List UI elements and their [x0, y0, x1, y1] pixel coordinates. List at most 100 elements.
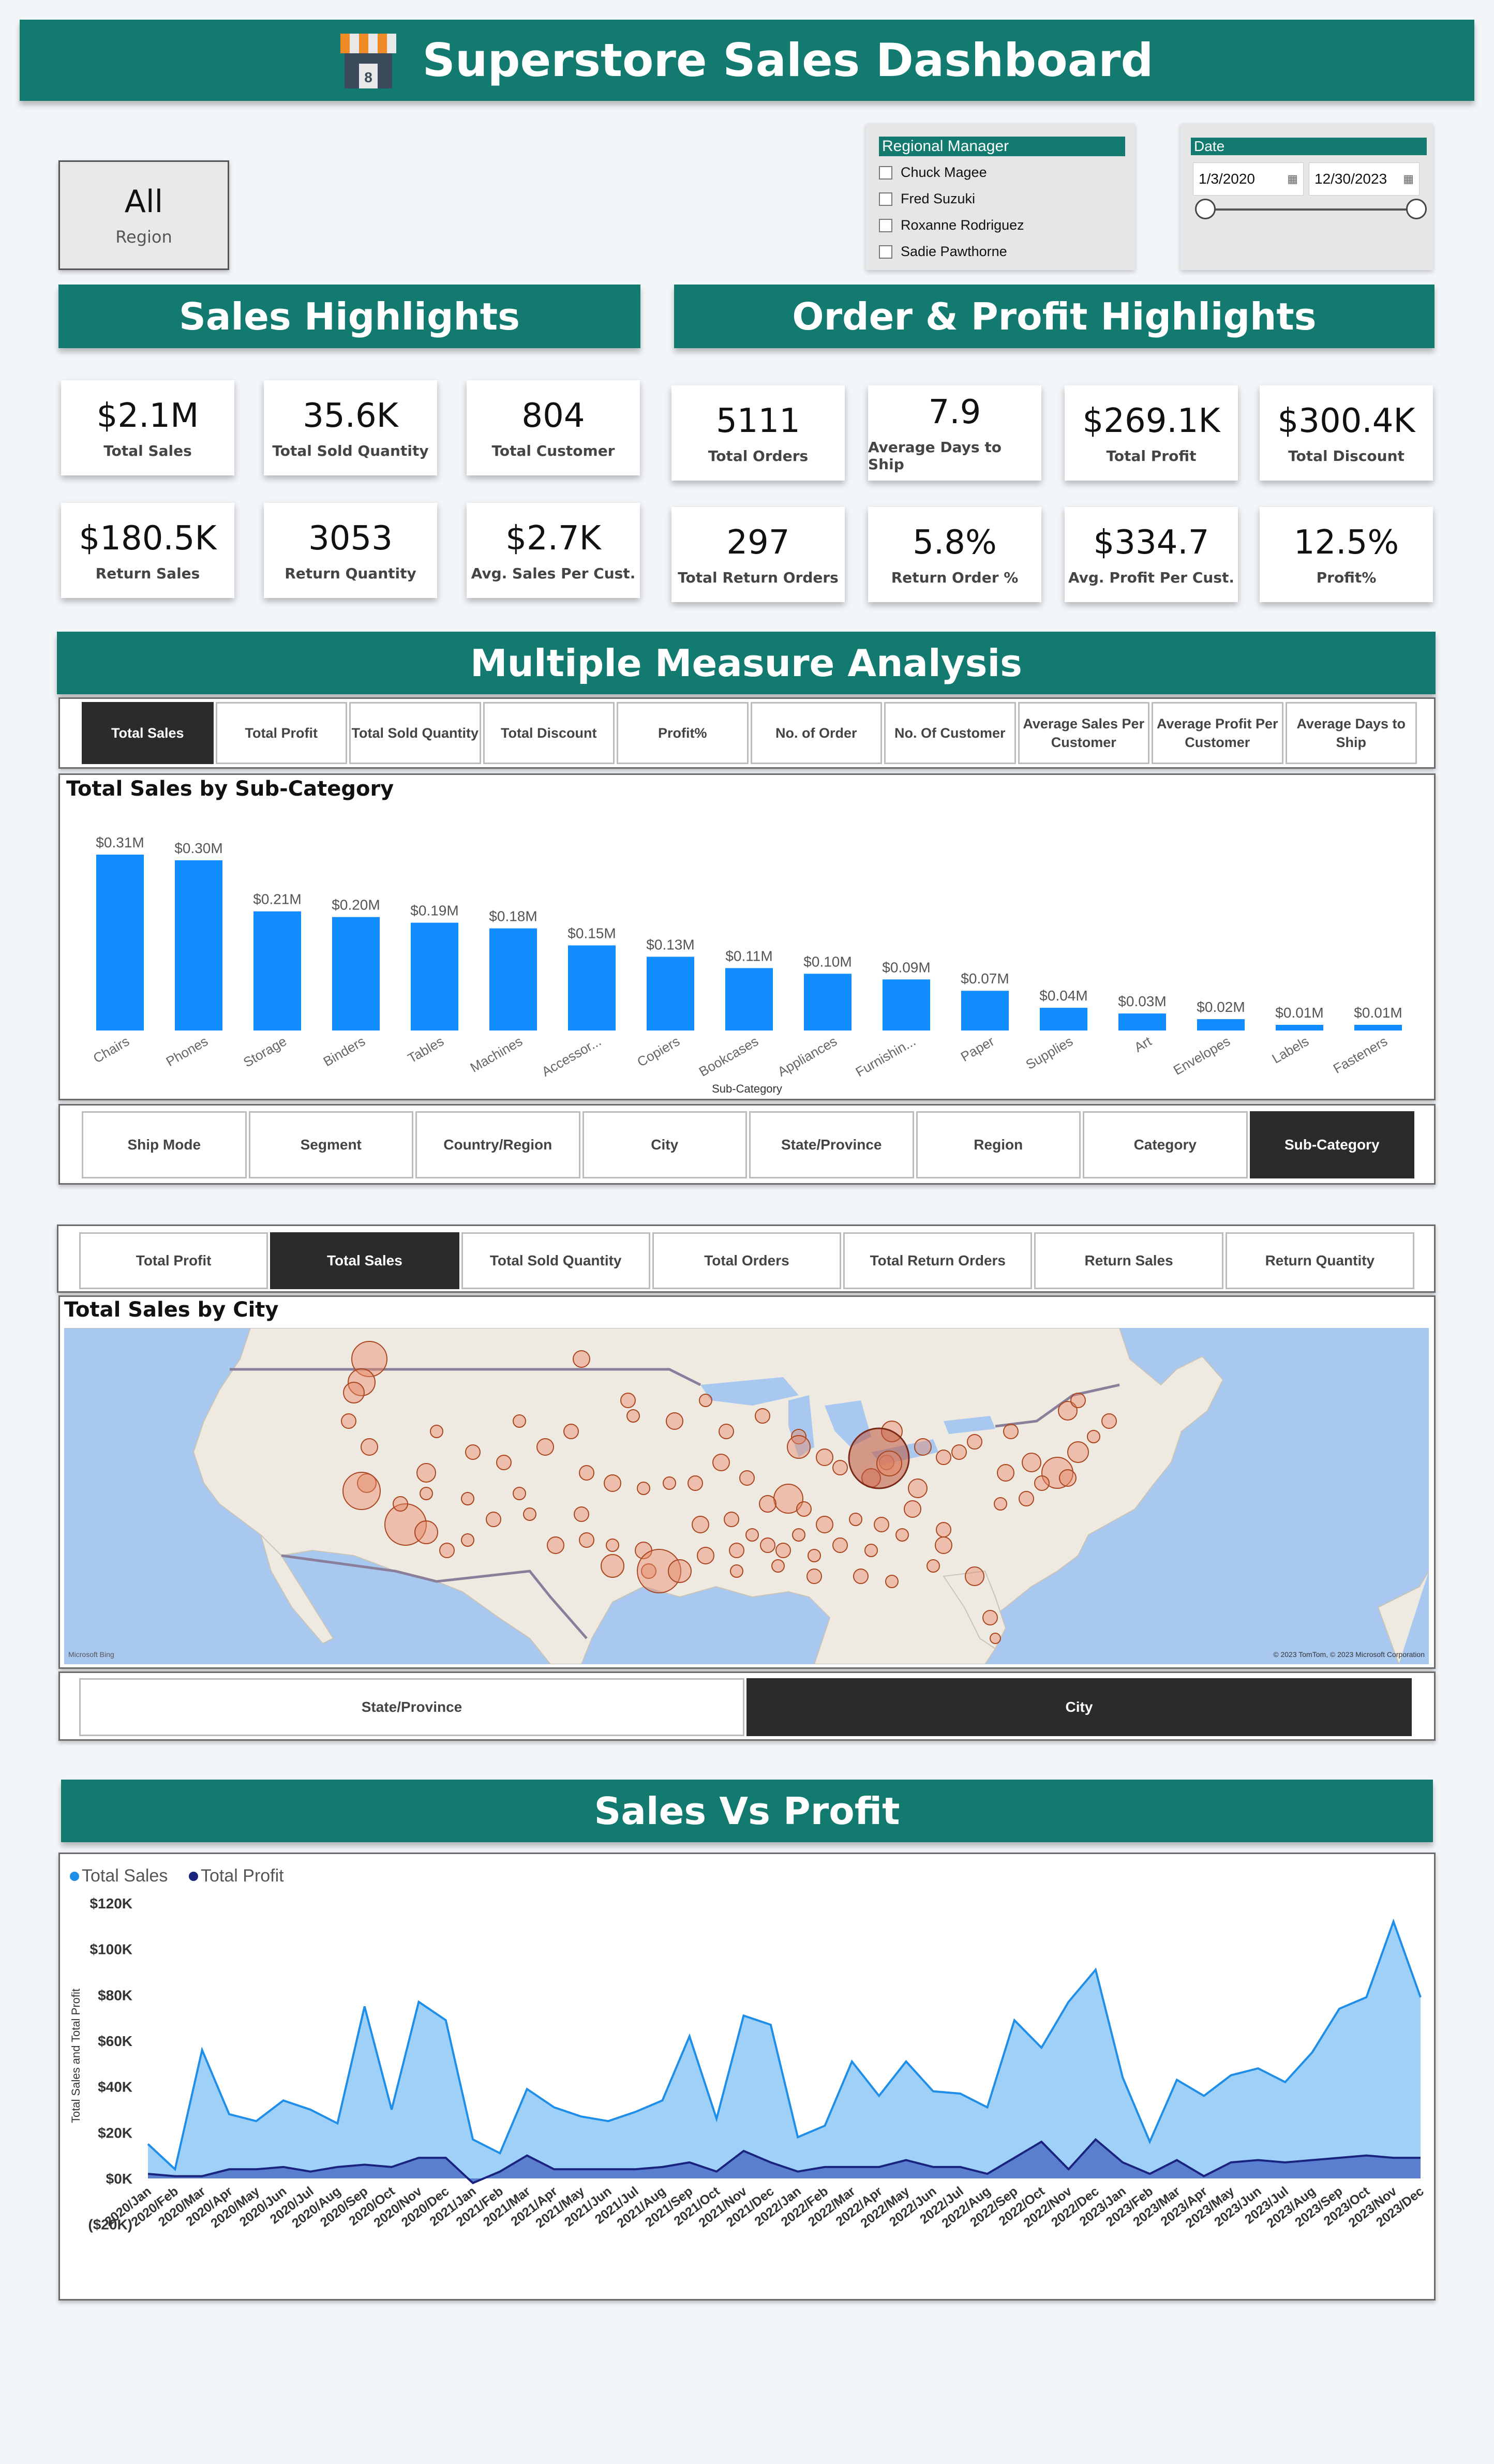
dimension-button-state-province[interactable]: State/Province: [749, 1111, 914, 1178]
city-bubble[interactable]: [688, 1475, 703, 1491]
city-bubble[interactable]: [573, 1350, 590, 1368]
bar-labels[interactable]: [1276, 1025, 1323, 1031]
city-bubble[interactable]: [739, 1470, 755, 1486]
city-bubble[interactable]: [393, 1496, 408, 1512]
city-bubble[interactable]: [729, 1543, 744, 1558]
measure-button-average-sales-per-customer[interactable]: Average Sales Per Customer: [1018, 702, 1149, 764]
city-bubble[interactable]: [496, 1455, 512, 1470]
date-start-handle[interactable]: [1195, 199, 1216, 219]
city-bubble[interactable]: [806, 1569, 822, 1584]
city-bubble[interactable]: [439, 1543, 455, 1558]
city-bubble[interactable]: [816, 1448, 833, 1466]
city-bubble[interactable]: [666, 1412, 683, 1430]
city-bubble[interactable]: [461, 1492, 474, 1505]
bar-supplies[interactable]: [1040, 1008, 1087, 1031]
bar-accessor[interactable]: [568, 945, 616, 1031]
bar-envelopes[interactable]: [1197, 1019, 1245, 1031]
city-bubble[interactable]: [864, 1544, 878, 1557]
city-bubble[interactable]: [420, 1487, 433, 1500]
city-bubble[interactable]: [951, 1444, 967, 1460]
measure-button-profit[interactable]: Profit%: [617, 702, 749, 764]
city-bubble[interactable]: [697, 1547, 714, 1564]
city-bubble[interactable]: [1059, 1469, 1077, 1487]
measure-button-no-of-order[interactable]: No. of Order: [750, 702, 882, 764]
dimension-button-segment[interactable]: Segment: [248, 1111, 413, 1178]
city-bubble[interactable]: [465, 1444, 481, 1460]
dimension-button-city[interactable]: City: [582, 1111, 747, 1178]
city-bubble[interactable]: [579, 1465, 594, 1481]
bar-machines[interactable]: [489, 928, 537, 1031]
city-bubble[interactable]: [771, 1559, 785, 1573]
dimension-button-ship-mode[interactable]: Ship Mode: [82, 1111, 247, 1178]
map-measure-button-total-profit[interactable]: Total Profit: [79, 1232, 268, 1289]
city-bubble[interactable]: [1034, 1475, 1050, 1491]
city-bubble[interactable]: [874, 1517, 889, 1532]
city-bubble[interactable]: [760, 1537, 775, 1553]
city-bubble[interactable]: [808, 1549, 821, 1562]
city-bubble[interactable]: [849, 1513, 862, 1526]
date-end-handle[interactable]: [1406, 199, 1427, 219]
city-bubble[interactable]: [416, 1463, 436, 1483]
map-measure-button-return-sales[interactable]: Return Sales: [1034, 1232, 1223, 1289]
map-toggle-button-state-province[interactable]: State/Province: [79, 1678, 744, 1736]
city-bubble[interactable]: [1070, 1393, 1086, 1408]
city-bubble[interactable]: [904, 1500, 921, 1518]
measure-button-total-sold-quantity[interactable]: Total Sold Quantity: [349, 702, 481, 764]
bar-storage[interactable]: [253, 911, 301, 1031]
map-measure-button-total-sales[interactable]: Total Sales: [270, 1232, 459, 1289]
city-bubble[interactable]: [832, 1460, 848, 1475]
city-bubble[interactable]: [908, 1479, 928, 1498]
city-bubble[interactable]: [414, 1520, 438, 1544]
measure-button-total-discount[interactable]: Total Discount: [483, 702, 615, 764]
city-bubble[interactable]: [755, 1408, 770, 1424]
city-bubble[interactable]: [1019, 1491, 1034, 1506]
city-bubble[interactable]: [523, 1507, 536, 1521]
city-bubble[interactable]: [579, 1532, 594, 1548]
city-bubble[interactable]: [692, 1516, 709, 1533]
city-bubble[interactable]: [547, 1536, 564, 1554]
city-bubble[interactable]: [574, 1506, 589, 1522]
city-bubble[interactable]: [853, 1569, 869, 1584]
measure-button-no-of-customer[interactable]: No. Of Customer: [884, 702, 1016, 764]
dimension-button-category[interactable]: Category: [1083, 1111, 1248, 1178]
manager-option-roxanne-rodriguez[interactable]: Roxanne Rodriguez: [879, 212, 1024, 238]
city-bubble[interactable]: [513, 1414, 526, 1428]
city-bubble[interactable]: [775, 1543, 791, 1558]
city-bubble[interactable]: [936, 1522, 951, 1537]
checkbox-icon[interactable]: [879, 192, 892, 206]
bar-chairs[interactable]: [96, 855, 144, 1031]
city-bubble[interactable]: [997, 1464, 1014, 1482]
city-bubble[interactable]: [895, 1528, 909, 1542]
manager-option-chuck-magee[interactable]: Chuck Magee: [879, 159, 1024, 186]
bar-paper[interactable]: [961, 991, 1009, 1031]
city-bubble[interactable]: [745, 1528, 759, 1542]
date-end-input[interactable]: 12/30/2023 ▦: [1309, 162, 1420, 196]
city-bubble[interactable]: [606, 1539, 619, 1552]
city-bubble[interactable]: [536, 1438, 554, 1456]
city-bubble[interactable]: [563, 1424, 579, 1439]
city-bubble[interactable]: [982, 1610, 998, 1625]
city-bubble[interactable]: [626, 1409, 640, 1423]
city-bubble[interactable]: [712, 1454, 730, 1471]
city-bubble[interactable]: [699, 1394, 712, 1407]
city-bubble[interactable]: [832, 1537, 848, 1553]
map-measure-button-total-orders[interactable]: Total Orders: [652, 1232, 842, 1289]
city-bubble[interactable]: [967, 1434, 982, 1450]
bar-fasteners[interactable]: [1354, 1025, 1402, 1031]
measure-button-average-days-to-ship[interactable]: Average Days to Ship: [1285, 702, 1417, 764]
city-bubble[interactable]: [1067, 1441, 1089, 1463]
measure-button-total-profit[interactable]: Total Profit: [215, 702, 347, 764]
city-bubble[interactable]: [637, 1482, 650, 1495]
city-bubble[interactable]: [513, 1487, 526, 1500]
city-bubble[interactable]: [361, 1438, 378, 1456]
city-bubble[interactable]: [461, 1533, 474, 1547]
city-bubble[interactable]: [965, 1566, 984, 1586]
checkbox-icon[interactable]: [879, 166, 892, 180]
city-bubble[interactable]: [730, 1564, 743, 1578]
city-bubble[interactable]: [935, 1536, 952, 1554]
city-bubble[interactable]: [601, 1554, 624, 1578]
manager-option-sadie-pawthorne[interactable]: Sadie Pawthorne: [879, 238, 1024, 265]
bar-art[interactable]: [1118, 1013, 1166, 1031]
city-bubble[interactable]: [787, 1435, 811, 1459]
city-bubble[interactable]: [792, 1528, 805, 1542]
